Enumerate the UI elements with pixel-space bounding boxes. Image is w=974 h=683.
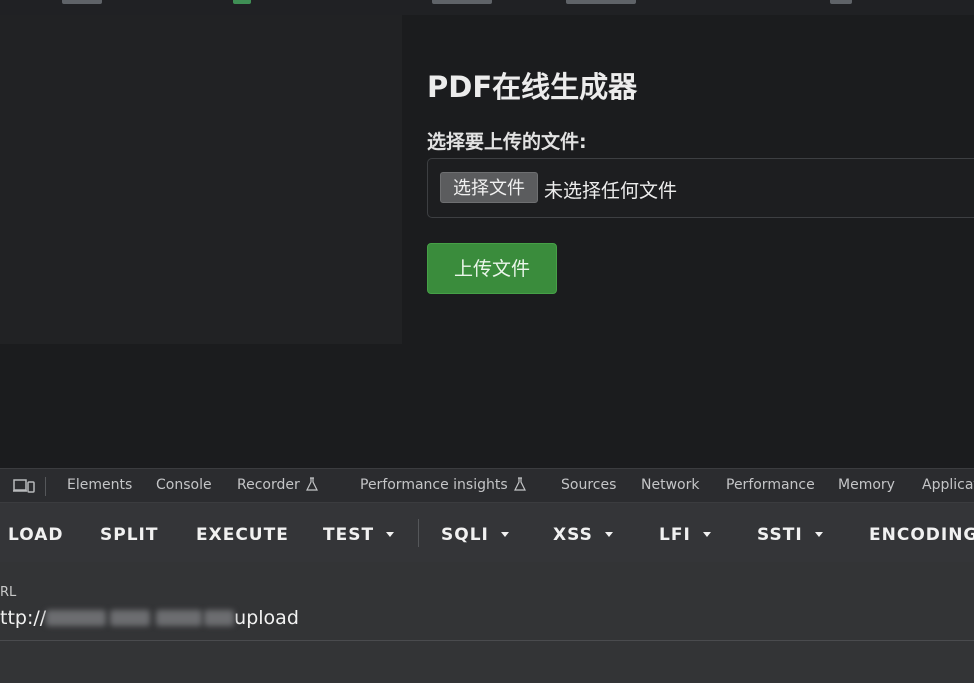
hackbar-toolbar: LOAD SPLIT EXECUTE TEST SQLI XSS LFI SST… [0, 503, 974, 562]
tab-performance[interactable]: Performance [726, 477, 815, 493]
tab-recorder-label: Recorder [237, 477, 300, 493]
sqli-button[interactable]: SQLI [441, 525, 509, 545]
tab-console[interactable]: Console [156, 477, 212, 493]
encoding-button[interactable]: ENCODING [869, 525, 974, 545]
redacted-block [110, 610, 151, 626]
lfi-button-label: LFI [659, 525, 691, 545]
sqli-button-label: SQLI [441, 525, 489, 545]
bookmark-fragment [432, 0, 492, 4]
redacted-block [46, 610, 107, 626]
device-toolbar-icon[interactable] [13, 478, 35, 494]
bookmark-fragment [62, 0, 102, 4]
upload-button[interactable]: 上传文件 [427, 243, 557, 294]
test-button[interactable]: TEST [323, 525, 395, 545]
tab-network[interactable]: Network [641, 477, 699, 493]
redacted-block [204, 610, 235, 626]
tab-memory[interactable]: Memory [838, 477, 895, 493]
chevron-down-icon [500, 532, 509, 537]
execute-button[interactable]: EXECUTE [196, 525, 289, 545]
no-file-selected-text: 未选择任何文件 [544, 180, 678, 202]
flask-icon [513, 477, 526, 491]
bookmark-fragment [233, 0, 251, 4]
url-underline [0, 640, 974, 641]
redacted-block [156, 610, 203, 626]
file-field-label: 选择要上传的文件: [427, 131, 587, 153]
tab-performance-insights[interactable]: Performance insights [360, 477, 526, 493]
page-left-panel [0, 15, 402, 344]
flask-icon [305, 477, 318, 491]
page-title: PDF在线生成器 [427, 70, 638, 104]
xss-button[interactable]: XSS [553, 525, 613, 545]
ssti-button-label: SSTI [757, 525, 803, 545]
url-label: RL [0, 585, 17, 600]
ssti-button[interactable]: SSTI [757, 525, 823, 545]
tab-application[interactable]: Applicat [922, 477, 974, 493]
tab-elements[interactable]: Elements [67, 477, 132, 493]
devtools-tab-bar: Elements Console Recorder Performance in… [0, 468, 974, 503]
chevron-down-icon [604, 532, 613, 537]
tab-performance-insights-label: Performance insights [360, 477, 508, 493]
bookmark-fragment [566, 0, 636, 4]
bookmark-fragment [830, 0, 852, 4]
url-prefix: ttp:// [0, 607, 47, 629]
tab-sources[interactable]: Sources [561, 477, 616, 493]
toolbar-divider [418, 519, 419, 547]
xss-button-label: XSS [553, 525, 593, 545]
url-suffix: upload [234, 607, 299, 629]
browser-bookmarks-strip [0, 0, 974, 15]
tab-recorder[interactable]: Recorder [237, 477, 318, 493]
chevron-down-icon [702, 532, 711, 537]
test-button-label: TEST [323, 525, 375, 545]
chevron-down-icon [814, 532, 823, 537]
choose-file-button[interactable]: 选择文件 [440, 172, 538, 203]
load-button[interactable]: LOAD [8, 525, 64, 545]
url-input[interactable]: ttp:// upload [0, 607, 299, 629]
split-button[interactable]: SPLIT [100, 525, 158, 545]
lfi-button[interactable]: LFI [659, 525, 711, 545]
chevron-down-icon [386, 532, 395, 537]
tab-divider [45, 477, 46, 496]
